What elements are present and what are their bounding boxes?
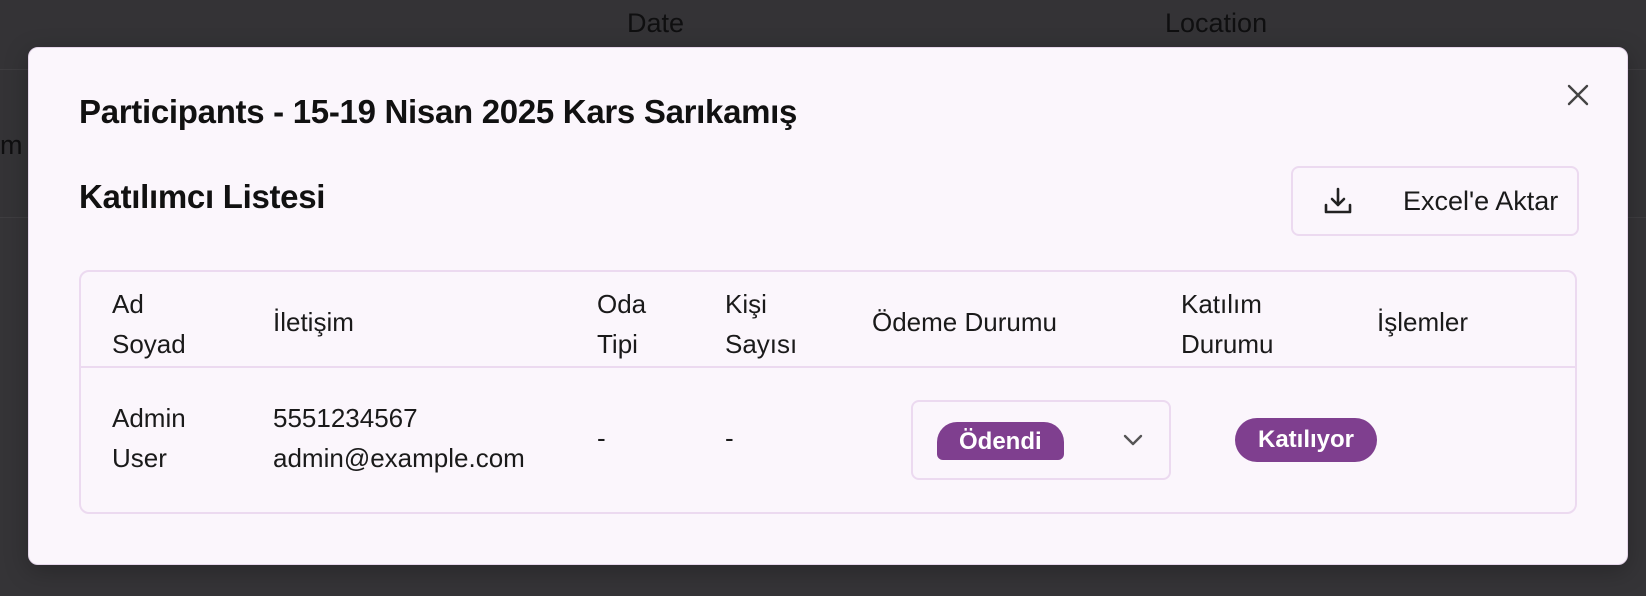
participant-name: Admin User bbox=[112, 403, 186, 473]
header-name: Ad Soyad bbox=[112, 289, 186, 359]
participant-room-type: - bbox=[597, 423, 606, 453]
attendance-status-badge: Katılıyor bbox=[1235, 418, 1378, 462]
header-payment-status: Ödeme Durumu bbox=[872, 307, 1057, 337]
header-attendance-status: Katılım Durumu bbox=[1181, 289, 1274, 359]
participant-contact: 5551234567 admin@example.com bbox=[273, 398, 525, 478]
header-room-type: Oda Tipi bbox=[597, 289, 647, 359]
participant-person-count: - bbox=[725, 423, 734, 453]
header-contact: İletişim bbox=[273, 307, 354, 337]
export-excel-button[interactable]: Excel'e Aktar bbox=[1291, 166, 1579, 236]
close-icon bbox=[1567, 84, 1589, 106]
header-actions: İşlemler bbox=[1377, 307, 1469, 337]
participants-modal: Participants - 15-19 Nisan 2025 Kars Sar… bbox=[28, 47, 1628, 565]
section-title: Katılımcı Listesi bbox=[79, 178, 326, 215]
payment-status-select[interactable]: Ödendi bbox=[911, 400, 1171, 480]
export-button-label: Excel'e Aktar bbox=[1403, 185, 1559, 216]
modal-title: Participants - 15-19 Nisan 2025 Kars Sar… bbox=[79, 93, 798, 130]
participants-table: Ad Soyad İletişim Oda Tipi Kişi Sayısı Ö… bbox=[79, 270, 1577, 514]
participant-email: admin@example.com bbox=[273, 443, 525, 473]
header-person-count: Kişi Sayısı bbox=[725, 289, 798, 359]
table-header: Ad Soyad İletişim Oda Tipi Kişi Sayısı Ö… bbox=[81, 272, 1575, 368]
download-icon bbox=[1321, 184, 1355, 218]
background-row-fragment: m bbox=[0, 130, 23, 160]
participant-phone: 5551234567 bbox=[273, 403, 418, 433]
payment-status-badge: Ödendi bbox=[937, 422, 1064, 460]
background-column-date: Date bbox=[627, 8, 685, 38]
chevron-down-icon bbox=[1121, 428, 1145, 452]
table-row: Admin User 5551234567 admin@example.com … bbox=[81, 368, 1575, 512]
close-button[interactable] bbox=[1565, 82, 1591, 108]
background-column-location: Location bbox=[1165, 8, 1268, 38]
